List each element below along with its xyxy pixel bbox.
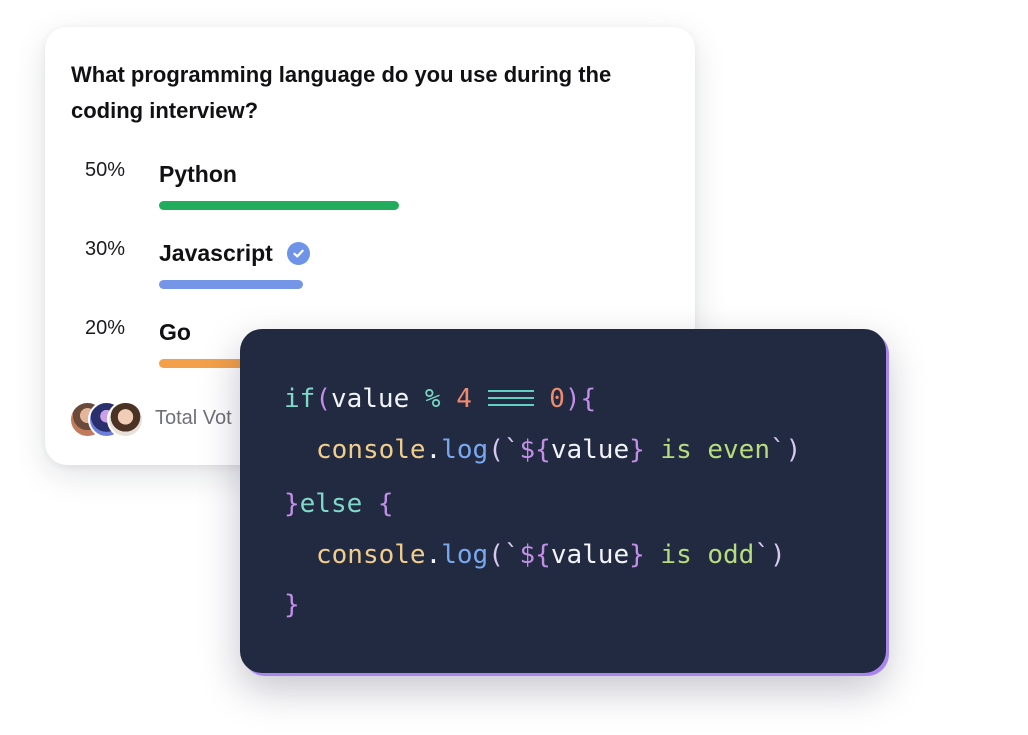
- poll-footer: Total Vot: [69, 399, 232, 438]
- code-line: }else {: [284, 489, 394, 519]
- poll-option-python[interactable]: 50% Python: [45, 159, 695, 229]
- voter-avatars: [69, 400, 144, 438]
- total-votes-label: Total Vot: [155, 406, 232, 429]
- poll-result-bar: [159, 280, 303, 289]
- code-line: if(value % 4 0){: [284, 384, 597, 414]
- poll-question: What programming language do you use dur…: [71, 62, 612, 123]
- poll-option-javascript[interactable]: 30% Javascript: [45, 238, 695, 308]
- check-circle-icon: [286, 242, 310, 265]
- poll-option-percent: 50%: [85, 159, 126, 181]
- code-line: console.log(`${value} is even`): [316, 435, 802, 465]
- strict-equal-operator: [487, 389, 534, 406]
- poll-option-label: Go: [159, 319, 191, 345]
- avatar: [107, 401, 144, 438]
- poll-option-percent: 30%: [85, 238, 126, 260]
- poll-option-percent: 20%: [85, 317, 126, 339]
- code-snippet-card: if(value % 4 0){ console.log(`${value} i…: [240, 329, 886, 673]
- poll-result-bar: [159, 201, 399, 210]
- code-line: console.log(`${value} is odd`): [316, 540, 786, 570]
- poll-option-label: Python: [159, 161, 237, 187]
- poll-option-label: Javascript: [159, 240, 310, 267]
- code-line: }: [284, 590, 300, 620]
